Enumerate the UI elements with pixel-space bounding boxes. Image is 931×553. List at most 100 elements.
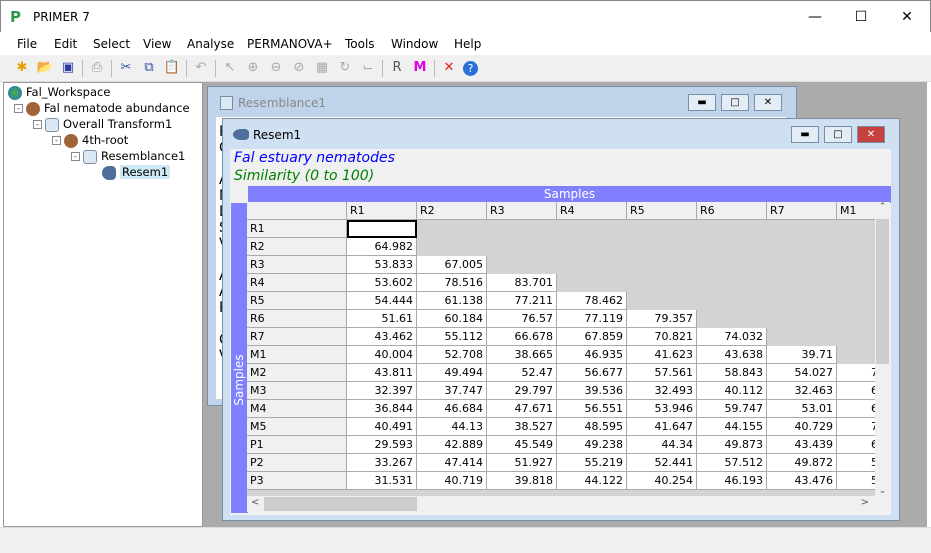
table-cell[interactable]: 67.859: [557, 328, 627, 346]
help-icon[interactable]: ?: [463, 61, 478, 76]
menu-view[interactable]: View: [143, 37, 171, 51]
menu-analyse[interactable]: Analyse: [187, 37, 234, 51]
table-cell[interactable]: 6: [837, 382, 875, 400]
close-button[interactable]: ✕: [884, 1, 930, 33]
table-cell[interactable]: 46.684: [417, 400, 487, 418]
table-cell[interactable]: 41.647: [627, 418, 697, 436]
table-cell[interactable]: 53.01: [767, 400, 837, 418]
open-icon[interactable]: 📂: [36, 59, 54, 77]
selected-cell[interactable]: [347, 220, 417, 238]
undo-icon[interactable]: ↶: [192, 59, 210, 77]
tree-node-resem1[interactable]: Resem1: [102, 164, 171, 180]
table-cell[interactable]: 78.462: [557, 292, 627, 310]
tree-node-resemblance[interactable]: Resemblance1: [83, 148, 185, 164]
table-cell[interactable]: 77.119: [557, 310, 627, 328]
table-cell[interactable]: 40.491: [347, 418, 417, 436]
table-cell[interactable]: 52.47: [487, 364, 557, 382]
table-cell[interactable]: 53.946: [627, 400, 697, 418]
tree-node-data[interactable]: Fal nematode abundance: [26, 100, 190, 116]
cut-icon[interactable]: ✂: [117, 59, 135, 77]
table-cell[interactable]: 41.623: [627, 346, 697, 364]
table-cell[interactable]: 42.889: [417, 436, 487, 454]
tree-node-transform[interactable]: Overall Transform1: [45, 116, 172, 132]
menu-window[interactable]: Window: [391, 37, 438, 51]
table-cell[interactable]: 47.671: [487, 400, 557, 418]
collapse-toggle[interactable]: -: [71, 152, 80, 161]
row-header[interactable]: P2: [247, 454, 347, 472]
column-header[interactable]: R1: [347, 202, 417, 220]
table-cell[interactable]: 6: [837, 436, 875, 454]
save-icon[interactable]: ▣: [59, 59, 77, 77]
matrix-r-icon[interactable]: R: [388, 59, 406, 77]
table-cell[interactable]: 74.032: [697, 328, 767, 346]
table-cell[interactable]: 29.593: [347, 436, 417, 454]
table-cell[interactable]: 59.747: [697, 400, 767, 418]
vertical-scrollbar[interactable]: ⌃ ⌄: [875, 202, 890, 496]
table-cell[interactable]: 32.397: [347, 382, 417, 400]
column-header[interactable]: M1: [837, 202, 875, 220]
table-cell[interactable]: 37.747: [417, 382, 487, 400]
row-header[interactable]: R7: [247, 328, 347, 346]
table-cell[interactable]: 46.935: [557, 346, 627, 364]
table-cell[interactable]: 44.122: [557, 472, 627, 490]
table-cell[interactable]: 76.57: [487, 310, 557, 328]
table-cell[interactable]: 46.193: [697, 472, 767, 490]
table-cell[interactable]: 40.719: [417, 472, 487, 490]
table-cell[interactable]: 40.729: [767, 418, 837, 436]
table-cell[interactable]: 33.267: [347, 454, 417, 472]
table-cell[interactable]: 52.441: [627, 454, 697, 472]
table-cell[interactable]: 66.678: [487, 328, 557, 346]
column-header[interactable]: R5: [627, 202, 697, 220]
column-header[interactable]: R4: [557, 202, 627, 220]
delete-icon[interactable]: ✕: [440, 59, 458, 77]
zoom-out-icon[interactable]: ⊖: [267, 59, 285, 77]
table-cell[interactable]: 31.531: [347, 472, 417, 490]
table-cell[interactable]: 38.665: [487, 346, 557, 364]
table-cell[interactable]: 43.462: [347, 328, 417, 346]
table-cell[interactable]: 39.818: [487, 472, 557, 490]
row-header[interactable]: M4: [247, 400, 347, 418]
table-cell[interactable]: 54.027: [767, 364, 837, 382]
table-cell[interactable]: 38.527: [487, 418, 557, 436]
select-area-icon[interactable]: ▦: [313, 59, 331, 77]
table-cell[interactable]: 7: [837, 418, 875, 436]
row-header[interactable]: M5: [247, 418, 347, 436]
close-button[interactable]: ✕: [857, 126, 885, 143]
menu-permanova[interactable]: PERMANOVA+: [247, 37, 333, 51]
tree-node-workspace[interactable]: Fal_Workspace: [8, 84, 110, 100]
row-header[interactable]: R6: [247, 310, 347, 328]
table-cell[interactable]: 64.982: [347, 238, 417, 256]
table-cell[interactable]: 67.005: [417, 256, 487, 274]
print-icon[interactable]: ⎙: [88, 59, 106, 77]
column-header[interactable]: R6: [697, 202, 767, 220]
table-cell[interactable]: 70.821: [627, 328, 697, 346]
table-cell[interactable]: 60.184: [417, 310, 487, 328]
table-cell[interactable]: 29.797: [487, 382, 557, 400]
table-cell[interactable]: 40.254: [627, 472, 697, 490]
maximize-button[interactable]: □: [824, 126, 852, 143]
tree-node-4th-root[interactable]: 4th-root: [64, 132, 128, 148]
close-button[interactable]: ✕: [754, 94, 782, 111]
minimize-button[interactable]: —: [792, 1, 838, 33]
table-cell[interactable]: 5: [837, 454, 875, 472]
rotate-icon[interactable]: ↻: [336, 59, 354, 77]
table-cell[interactable]: 58.843: [697, 364, 767, 382]
table-cell[interactable]: 47.414: [417, 454, 487, 472]
table-cell[interactable]: 55.112: [417, 328, 487, 346]
table-cell[interactable]: 43.439: [767, 436, 837, 454]
new-icon[interactable]: ✱: [13, 59, 31, 77]
row-header[interactable]: R4: [247, 274, 347, 292]
copy-icon[interactable]: ⧉: [140, 59, 158, 77]
collapse-toggle[interactable]: -: [14, 104, 23, 113]
table-cell[interactable]: 56.551: [557, 400, 627, 418]
paste-icon[interactable]: 📋: [163, 59, 181, 77]
table-cell[interactable]: 49.872: [767, 454, 837, 472]
row-header[interactable]: R1: [247, 220, 347, 238]
maximize-button[interactable]: ☐: [838, 1, 884, 33]
table-cell[interactable]: 53.833: [347, 256, 417, 274]
table-cell[interactable]: 36.844: [347, 400, 417, 418]
table-cell[interactable]: 39.71: [767, 346, 837, 364]
menu-edit[interactable]: Edit: [54, 37, 77, 51]
maximize-button[interactable]: □: [721, 94, 749, 111]
column-header[interactable]: R2: [417, 202, 487, 220]
